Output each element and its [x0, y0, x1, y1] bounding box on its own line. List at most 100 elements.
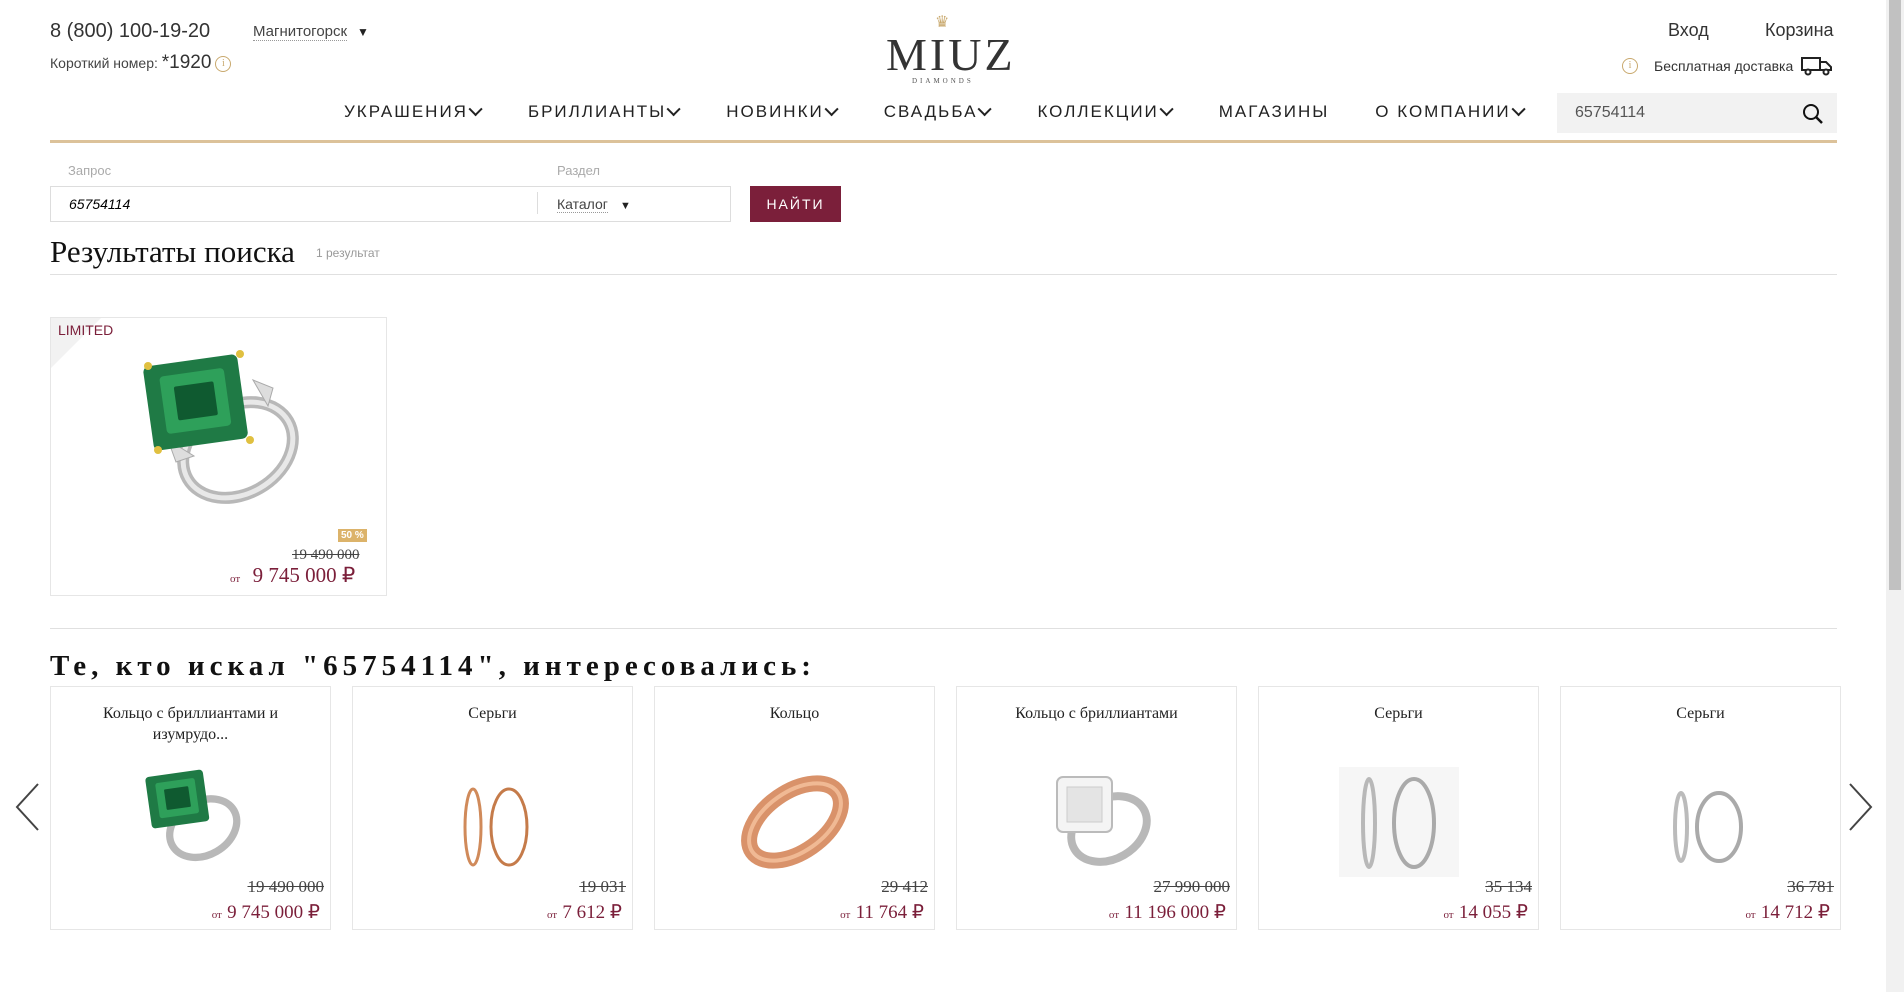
price: 9 745 000 ₽	[252, 563, 356, 587]
old-price: 27 990 000	[1153, 877, 1231, 896]
header-search-input[interactable]	[1557, 93, 1795, 133]
nav-item[interactable]: О КОМПАНИИ	[1375, 102, 1526, 122]
price-row: от 7 612 ₽	[547, 901, 622, 924]
product-title[interactable]: Кольцо	[675, 703, 914, 724]
city-selector[interactable]: Магнитогорск	[253, 23, 348, 41]
delivery-label: Бесплатная доставка	[1654, 58, 1794, 74]
short-number: Короткий номер: *1920 i	[50, 52, 232, 74]
login-link[interactable]: Вход	[1668, 20, 1709, 41]
header-divider	[50, 140, 1837, 143]
emerald-ring-icon[interactable]	[128, 350, 308, 535]
scrollbar-thumb[interactable]	[1889, 0, 1901, 590]
product-card[interactable]: Кольцо 29 412 от 11 764 ₽	[654, 686, 935, 930]
results-title: Результаты поиска	[50, 234, 295, 269]
product-title[interactable]: Серьги	[1581, 703, 1820, 724]
nav-item[interactable]: БРИЛЛИАНТЫ	[527, 102, 681, 122]
chevron-down-icon	[1511, 102, 1526, 117]
old-price: 29 412	[881, 877, 928, 896]
product-card[interactable]: Серьги 36 781 от 14 712 ₽	[1560, 686, 1841, 930]
old-price: 19 031	[579, 877, 626, 896]
product-title[interactable]: Кольцо с бриллиантами и изумрудо...	[71, 703, 310, 745]
divider	[50, 274, 1837, 275]
delivery-info-icon[interactable]: i	[1622, 57, 1638, 75]
silver-hoop-earrings-icon[interactable]	[1329, 767, 1469, 877]
price-row: от 9 745 000 ₽	[230, 563, 355, 588]
old-price: 19 490 000	[247, 877, 325, 896]
price-from: от	[546, 909, 558, 921]
nav-item[interactable]: УКРАШЕНИЯ	[344, 102, 483, 122]
results-count: 1 результат	[316, 246, 380, 260]
price: 11 196 000 ₽	[1124, 902, 1226, 923]
price-row: от 11 196 000 ₽	[1109, 901, 1226, 924]
nav-item[interactable]: МАГАЗИНЫ	[1219, 102, 1330, 122]
section-label: Раздел	[557, 163, 600, 178]
price-row: от 11 764 ₽	[840, 901, 924, 924]
emerald-ring-icon[interactable]	[121, 767, 261, 877]
nav-item[interactable]: СВАДЬБА	[883, 102, 993, 122]
nav-item-label: БРИЛЛИАНТЫ	[527, 102, 667, 121]
price: 9 745 000 ₽	[227, 902, 320, 923]
nav-item-label: МАГАЗИНЫ	[1218, 102, 1330, 121]
gold-band-ring-icon[interactable]	[725, 767, 865, 877]
city-dropdown-icon[interactable]: ▼	[357, 25, 369, 39]
carousel-next-arrow-icon[interactable]	[1848, 782, 1874, 837]
price-from: от	[211, 909, 222, 921]
old-price: 36 781	[1787, 877, 1834, 896]
price-from: от	[1745, 909, 1756, 921]
price: 14 712 ₽	[1760, 902, 1830, 923]
price-row: от 9 745 000 ₽	[212, 901, 320, 924]
chevron-down-icon	[666, 102, 681, 117]
product-title[interactable]: Кольцо с бриллиантами	[977, 703, 1216, 724]
price-from: от	[1443, 909, 1454, 921]
find-button[interactable]: НАЙТИ	[750, 186, 841, 222]
interested-title: Те, кто искал "65754114", интересовались…	[50, 650, 816, 682]
chevron-down-icon	[977, 102, 993, 117]
limited-badge: LIMITED	[58, 322, 114, 338]
section-select[interactable]: Каталог	[557, 196, 608, 213]
price: 7 612 ₽	[562, 902, 622, 923]
logo[interactable]: MIUZ	[886, 28, 1016, 81]
header-search	[1557, 93, 1837, 133]
chevron-down-icon	[468, 102, 483, 117]
silver-hoop-earrings-2-icon[interactable]	[1631, 767, 1771, 877]
chevron-down-icon	[1159, 102, 1174, 117]
nav-item-label: НОВИНКИ	[726, 102, 824, 121]
truck-icon	[1800, 54, 1834, 81]
price-from: от	[1108, 909, 1120, 921]
nav-item-label: УКРАШЕНИЯ	[344, 102, 468, 121]
product-card[interactable]: Кольцо с бриллиантами и изумрудо... 19 49…	[50, 686, 331, 930]
gold-hoop-earrings-icon[interactable]	[423, 767, 563, 877]
product-title[interactable]: Серьги	[1279, 703, 1518, 724]
info-icon[interactable]: i	[215, 56, 232, 73]
nav-item-label: О КОМПАНИИ	[1375, 102, 1511, 121]
chevron-down-icon	[824, 102, 839, 117]
price-row: от 14 055 ₽	[1443, 901, 1528, 924]
short-number-label: Короткий номер:	[50, 55, 158, 71]
divider	[50, 628, 1837, 629]
nav-item-label: КОЛЛЕКЦИИ	[1037, 102, 1159, 121]
nav-item[interactable]: КОЛЛЕКЦИИ	[1037, 102, 1174, 122]
cart-link[interactable]: Корзина	[1765, 20, 1834, 41]
section-dropdown-icon[interactable]: ▼	[620, 200, 631, 212]
price-row: от 14 712 ₽	[1745, 901, 1830, 924]
main-nav: УКРАШЕНИЯ БРИЛЛИАНТЫ НОВИНКИ СВАДЬБА КОЛЛЕКЦ…	[344, 102, 1571, 122]
logo-subtitle: DIAMONDS	[912, 77, 974, 85]
nav-item[interactable]: НОВИНКИ	[726, 102, 839, 122]
query-input[interactable]	[51, 187, 469, 221]
query-label: Запрос	[68, 163, 112, 178]
query-divider	[537, 192, 538, 214]
short-number-value: *1920	[161, 52, 212, 73]
product-card[interactable]: Серьги 19 031 от 7 612 ₽	[352, 686, 633, 930]
nav-item-label: СВАДЬБА	[883, 102, 978, 121]
diamond-ring-icon[interactable]	[1027, 767, 1167, 877]
carousel-prev-arrow-icon[interactable]	[14, 782, 40, 837]
product-title[interactable]: Серьги	[373, 703, 612, 724]
old-price: 35 134	[1485, 877, 1532, 896]
product-card[interactable]: Серьги 35 134 от 14 055 ₽	[1258, 686, 1539, 930]
discount-badge: 50 %	[338, 529, 367, 542]
old-price: 19 490 000	[292, 547, 360, 563]
phone-number[interactable]: 8 (800) 100-19-20	[50, 20, 210, 43]
price: 14 055 ₽	[1458, 902, 1528, 923]
product-card[interactable]: Кольцо с бриллиантами 27 990 000 от 11 196…	[956, 686, 1237, 930]
search-icon[interactable]	[1801, 102, 1825, 131]
